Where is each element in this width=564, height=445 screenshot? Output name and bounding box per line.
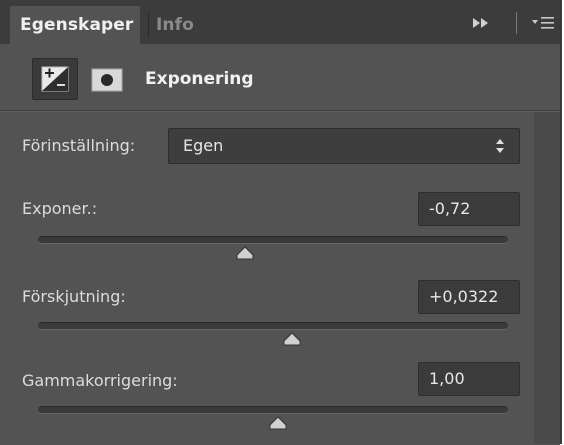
tab-egenskaper[interactable]: Egenskaper: [10, 6, 140, 44]
preset-label: Förinställning:: [22, 136, 136, 155]
offset-label: Förskjutning:: [22, 287, 126, 306]
preset-value: Egen: [183, 136, 224, 155]
exposure-slider-track[interactable]: [38, 236, 508, 244]
exposure-slider-thumb[interactable]: [236, 246, 254, 260]
offset-value-field[interactable]: +0,0322: [418, 280, 520, 314]
mask-icon: [91, 68, 123, 92]
exposure-value-field[interactable]: -0,72: [418, 192, 520, 226]
gamma-value-field[interactable]: 1,00: [418, 362, 520, 396]
properties-panel: Egenskaper Info Exponering Förinställnin…: [0, 0, 562, 445]
adjustment-header: Exponering: [0, 44, 560, 111]
tab-info[interactable]: Info: [156, 6, 194, 44]
preset-dropdown[interactable]: Egen: [168, 128, 520, 164]
adjustment-title: Exponering: [145, 69, 254, 89]
tab-separator: [148, 12, 149, 38]
gamma-label: Gammakorrigering:: [22, 371, 178, 390]
exposure-icon: [41, 66, 69, 92]
updown-arrows-icon: [496, 139, 504, 153]
gamma-slider-thumb[interactable]: [269, 416, 287, 430]
offset-slider-thumb[interactable]: [283, 332, 301, 346]
scrollbar-track[interactable]: [534, 112, 560, 444]
gamma-slider-track[interactable]: [38, 406, 508, 414]
layer-mask-button[interactable]: [90, 68, 124, 92]
toolbar-divider: [516, 12, 517, 34]
panel-menu-button[interactable]: [530, 12, 556, 34]
tab-bar: Egenskaper Info: [0, 0, 560, 44]
double-chevron-right-icon: [473, 18, 488, 28]
exposure-label: Exponer.:: [22, 199, 98, 218]
offset-slider-track[interactable]: [38, 322, 508, 330]
adjustment-layer-button[interactable]: [32, 58, 78, 100]
panel-menu-icon: [532, 17, 554, 29]
collapse-panel-button[interactable]: [470, 14, 494, 32]
